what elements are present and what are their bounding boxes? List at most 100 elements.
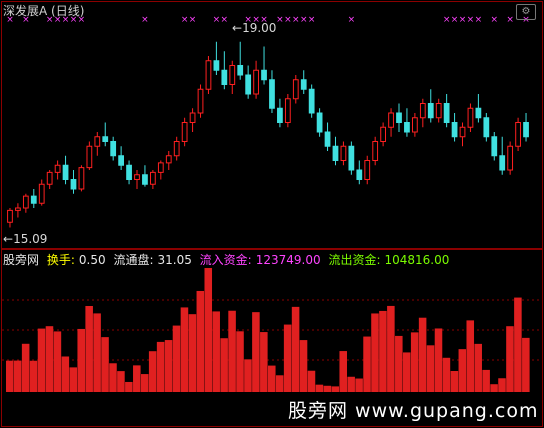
candle-up	[15, 207, 21, 211]
signal-marker: ×	[284, 15, 292, 25]
inflow-bar	[156, 341, 165, 392]
inflow-bar	[466, 320, 475, 392]
inflow-bar	[283, 324, 292, 392]
low-price-value: 15.09	[13, 232, 48, 246]
candle-down	[30, 195, 37, 204]
candle-down	[62, 164, 69, 180]
candle-down	[269, 79, 275, 109]
inflow-bar	[347, 376, 355, 392]
candle-down	[213, 60, 220, 71]
turnover-label: 换手:	[46, 253, 75, 267]
inflow-bar	[85, 306, 93, 392]
inflow-bar	[371, 313, 379, 392]
inflow-bar	[133, 365, 141, 392]
candle-down	[237, 65, 244, 76]
candle-up	[22, 195, 29, 209]
candle-up	[94, 136, 101, 147]
signal-marker: ×	[443, 15, 451, 25]
inflow-bar	[252, 312, 260, 392]
candle-up	[380, 126, 387, 142]
high-price-label: ←19.00	[232, 21, 277, 35]
inflow-bar	[506, 326, 514, 392]
candle-up	[173, 141, 180, 157]
inflow-bar	[228, 310, 236, 392]
inflow-bar	[69, 367, 78, 392]
inflow-bar	[140, 374, 149, 392]
candle-up	[46, 171, 53, 185]
inflow-bar	[260, 332, 268, 392]
candle-down	[396, 112, 402, 123]
inflow-bar	[307, 370, 316, 392]
inflow-bar	[6, 360, 14, 392]
inflow-bar	[387, 305, 395, 392]
inflow-bar	[268, 365, 276, 392]
signal-marker: ×	[221, 15, 229, 25]
outflow-value: 104816.00	[384, 253, 450, 267]
candle-down	[110, 141, 117, 157]
inflow-bar	[212, 311, 220, 392]
candle-down	[221, 69, 228, 85]
inflow-bar	[514, 297, 522, 392]
candle-up	[7, 209, 13, 223]
candle-down	[324, 131, 331, 147]
candle-down	[451, 122, 458, 138]
inflow-bar	[236, 331, 244, 392]
inflow-bar	[29, 360, 38, 392]
candle-up	[284, 98, 291, 123]
inflow-bar	[61, 356, 70, 392]
candle-up	[78, 167, 85, 190]
inflow-bar	[125, 381, 133, 392]
candle-up	[157, 162, 164, 173]
candle-up	[189, 112, 196, 123]
signal-marker: ×	[276, 15, 284, 25]
inflow-bar	[522, 337, 530, 392]
candle-up	[515, 122, 521, 147]
candle-up	[388, 112, 394, 128]
candle-down	[126, 164, 132, 180]
outflow-label: 流出资金:	[328, 253, 381, 267]
settings-button[interactable]: ⚙	[516, 4, 536, 20]
inflow-bar	[291, 306, 300, 392]
candle-up	[507, 145, 514, 171]
inflow-bar	[323, 385, 332, 392]
signal-marker: ×	[475, 15, 483, 25]
inflow-bar	[204, 268, 213, 392]
float-value: 31.05	[157, 253, 192, 267]
signal-marker: ×	[300, 15, 308, 25]
signal-marker: ×	[506, 15, 514, 25]
candle-down	[443, 103, 450, 123]
candle-down	[277, 107, 283, 123]
inflow-bar	[37, 328, 46, 392]
candle-down	[499, 155, 506, 171]
inflow-value: 123749.00	[255, 253, 321, 267]
inflow-bar	[21, 343, 30, 392]
chart-canvas[interactable]: × × × × × × × × × × × × × × × × × × × × × × × × × × × × ×	[0, 0, 544, 428]
inflow-bar	[164, 340, 173, 392]
inflow-bar	[363, 336, 371, 392]
high-price-value: 19.00	[242, 21, 277, 35]
signal-marker: ×	[141, 15, 149, 25]
candle-up	[134, 174, 140, 180]
candle-down	[261, 69, 267, 81]
signal-marker: ×	[490, 15, 498, 25]
candle-up	[165, 155, 172, 164]
candle-up	[372, 141, 379, 161]
inflow-bar	[339, 351, 347, 392]
inflow-bar	[45, 326, 54, 392]
inflow-bar	[109, 363, 117, 392]
stock-chart-window: × × × × × × × × × × × × × × × × × × × × × × × × × × × × × 深发展A (日线) …	[0, 0, 544, 428]
candle-up	[411, 117, 418, 133]
inflow-bar	[77, 328, 85, 392]
candle-down	[300, 79, 307, 90]
signal-marker: ×	[189, 15, 197, 25]
inflow-bar	[418, 317, 427, 392]
inflow-bar	[53, 331, 62, 392]
indicator-header: 股旁网 换手: 0.50 流通盘: 31.05 流入资金: 123749.00 流出资…	[3, 251, 453, 268]
inflow-bar	[458, 349, 467, 392]
candle-up	[38, 183, 45, 204]
indicator-name: 股旁网	[3, 253, 40, 267]
candle-down	[142, 174, 148, 185]
candle-down	[404, 122, 410, 133]
candle-up	[364, 160, 371, 180]
candle-up	[419, 103, 426, 119]
